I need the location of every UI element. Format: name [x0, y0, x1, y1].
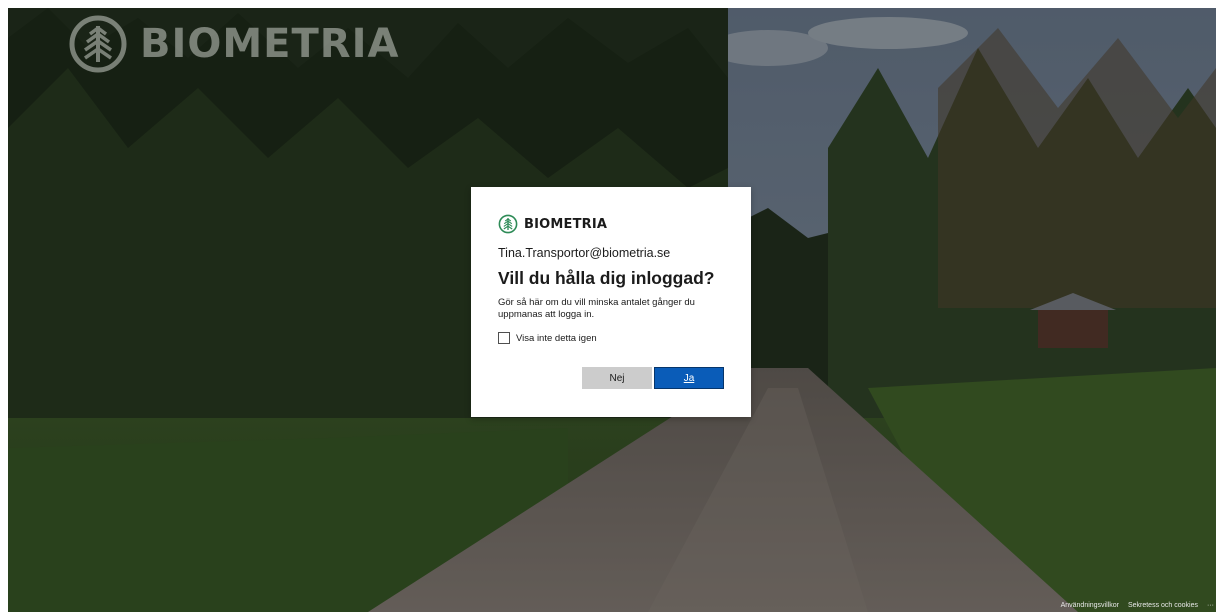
privacy-cookies-link[interactable]: Sekretess och cookies — [1128, 602, 1198, 609]
dont-show-again-checkbox[interactable] — [498, 332, 510, 344]
account-identity: Tina.Transportor@biometria.se — [498, 246, 671, 260]
dialog-buttons: Nej Ja — [582, 367, 724, 389]
biometria-tree-icon — [69, 15, 127, 73]
login-page: BIOMETRIA BIOMETRIA Tina.Transportor@bio… — [0, 0, 1224, 612]
dialog-title: Vill du hålla dig inloggad? — [498, 268, 715, 288]
yes-button[interactable]: Ja — [654, 367, 724, 389]
background-logo: BIOMETRIA — [68, 14, 399, 74]
dialog-description: Gör så här om du vill minska antalet gån… — [498, 297, 695, 320]
brand-name: BIOMETRIA — [524, 216, 608, 232]
dont-show-again-label[interactable]: Visa inte detta igen — [516, 333, 597, 344]
no-button[interactable]: Nej — [582, 367, 652, 389]
stay-signed-in-dialog: BIOMETRIA Tina.Transportor@biometria.se … — [471, 187, 751, 417]
page-footer: Användningsvillkor Sekretess och cookies… — [1061, 602, 1214, 609]
more-options-button[interactable]: ··· — [1207, 602, 1214, 609]
dialog-brand: BIOMETRIA — [498, 213, 723, 235]
background-logo-text: BIOMETRIA — [140, 21, 400, 67]
terms-of-use-link[interactable]: Användningsvillkor — [1061, 602, 1119, 609]
dont-show-again-row[interactable]: Visa inte detta igen — [498, 332, 723, 344]
biometria-logo-icon — [498, 214, 518, 234]
